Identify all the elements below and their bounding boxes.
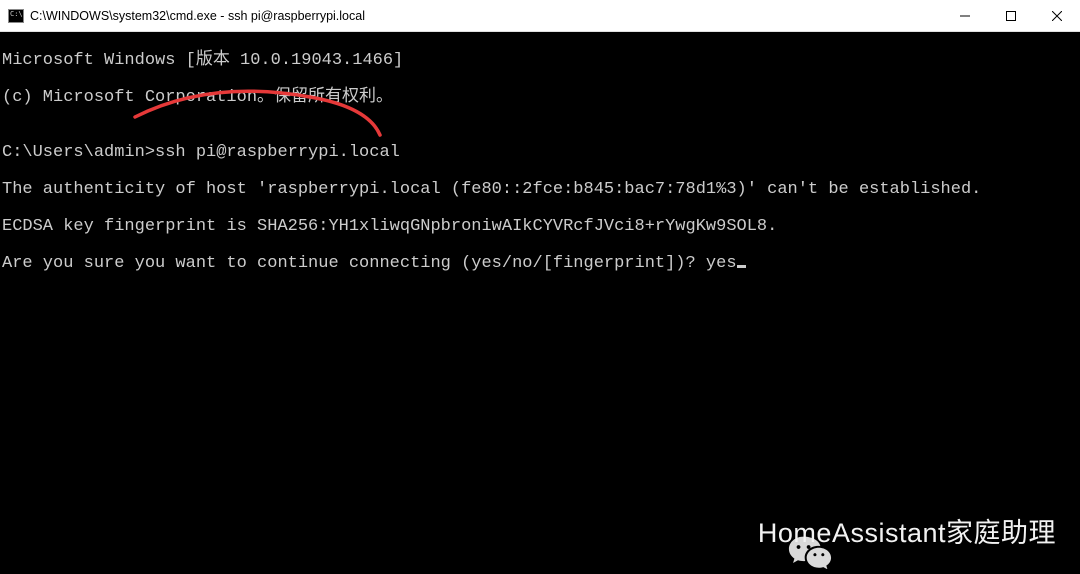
titlebar[interactable]: C:\WINDOWS\system32\cmd.exe - ssh pi@ras… bbox=[0, 0, 1080, 32]
terminal-output: ECDSA key fingerprint is SHA256:YH1xliwq… bbox=[2, 218, 1080, 237]
maximize-button[interactable] bbox=[988, 0, 1034, 31]
terminal-confirm-line: Are you sure you want to continue connec… bbox=[2, 255, 1080, 274]
terminal-output: (c) Microsoft Corporation。保留所有权利。 bbox=[2, 89, 1080, 108]
close-button[interactable] bbox=[1034, 0, 1080, 31]
confirm-text: Are you sure you want to continue connec… bbox=[2, 254, 737, 273]
minimize-button[interactable] bbox=[942, 0, 988, 31]
terminal-output: Microsoft Windows [版本 10.0.19043.1466] bbox=[2, 52, 1080, 71]
window-controls bbox=[942, 0, 1080, 31]
cmd-window: C:\WINDOWS\system32\cmd.exe - ssh pi@ras… bbox=[0, 0, 1080, 574]
titlebar-left: C:\WINDOWS\system32\cmd.exe - ssh pi@ras… bbox=[0, 9, 365, 23]
wechat-icon bbox=[706, 514, 750, 552]
watermark: HomeAssistant家庭助理 bbox=[706, 514, 1056, 552]
cmd-icon bbox=[8, 9, 24, 23]
terminal-prompt-line: C:\Users\admin>ssh pi@raspberrypi.local bbox=[2, 144, 1080, 163]
terminal-area[interactable]: Microsoft Windows [版本 10.0.19043.1466] (… bbox=[0, 32, 1080, 574]
cursor-icon bbox=[737, 265, 746, 268]
window-title: C:\WINDOWS\system32\cmd.exe - ssh pi@ras… bbox=[30, 9, 365, 23]
terminal-output: The authenticity of host 'raspberrypi.lo… bbox=[2, 181, 1080, 200]
